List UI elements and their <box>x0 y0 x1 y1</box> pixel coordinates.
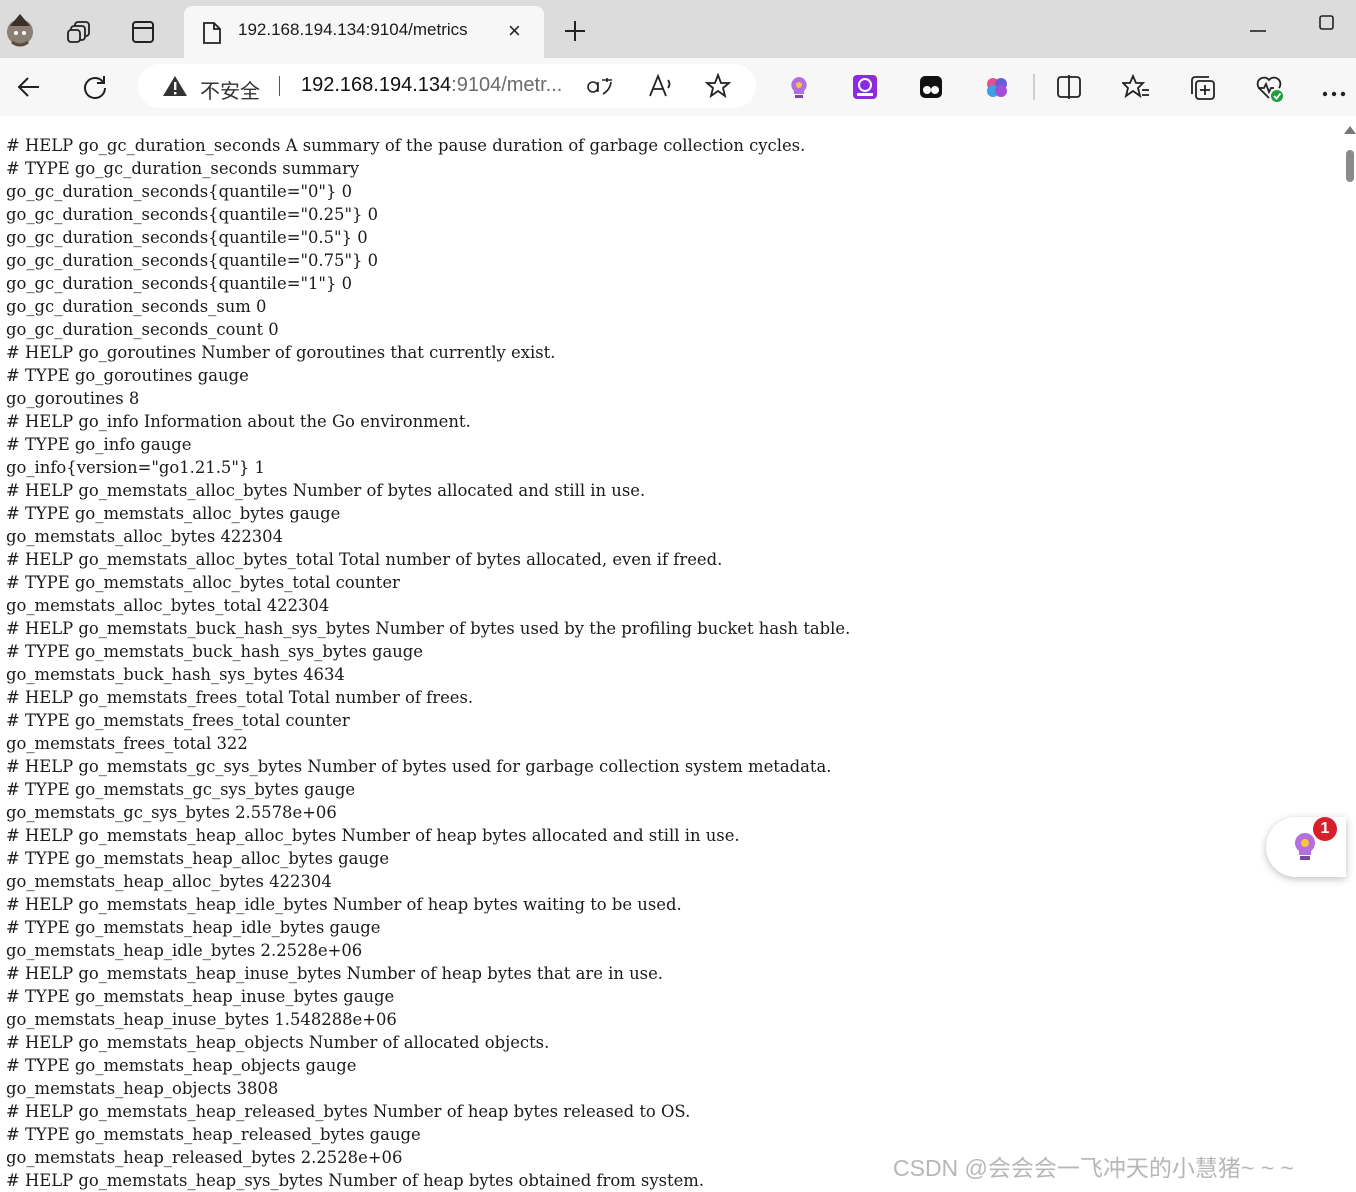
tab-title: 192.168.194.134:9104/metrics <box>238 20 468 39</box>
extension-brain-icon[interactable] <box>984 74 1010 100</box>
metrics-line: go_memstats_buck_hash_sys_bytes 4634 <box>6 665 345 684</box>
metrics-line: # TYPE go_gc_duration_seconds summary <box>6 159 360 178</box>
metrics-line: # HELP go_memstats_heap_idle_bytes Numbe… <box>6 895 682 914</box>
scrollbar-thumb[interactable] <box>1346 150 1354 182</box>
metrics-line: # TYPE go_memstats_alloc_bytes gauge <box>6 504 341 523</box>
extension-bulb-icon[interactable] <box>786 74 812 100</box>
metrics-line: go_memstats_gc_sys_bytes 2.5578e+06 <box>6 803 337 822</box>
profile-avatar-icon[interactable] <box>2 12 38 48</box>
address-bar[interactable]: 不安全 192.168.194.134:9104/metr... <box>138 64 756 108</box>
url-host: 192.168.194.134 <box>301 74 452 96</box>
metrics-line: # TYPE go_goroutines gauge <box>6 366 249 385</box>
metrics-line: # HELP go_memstats_heap_objects Number o… <box>6 1033 550 1052</box>
url-text[interactable]: 192.168.194.134:9104/metr... <box>301 74 562 97</box>
metrics-line: # HELP go_memstats_heap_inuse_bytes Numb… <box>6 964 663 983</box>
page-content: # HELP go_gc_duration_seconds A summary … <box>0 116 1356 1190</box>
refresh-icon[interactable] <box>81 73 109 101</box>
metrics-line: go_gc_duration_seconds{quantile="1"} 0 <box>6 274 353 293</box>
metrics-line: go_gc_duration_seconds_count 0 <box>6 320 279 339</box>
favorite-star-icon[interactable] <box>704 72 732 99</box>
metrics-line: # TYPE go_memstats_heap_idle_bytes gauge <box>6 918 381 937</box>
metrics-line: go_gc_duration_seconds{quantile="0"} 0 <box>6 182 353 201</box>
more-icon[interactable] <box>1322 84 1346 97</box>
metrics-line: # TYPE go_memstats_gc_sys_bytes gauge <box>6 780 356 799</box>
metrics-line: go_memstats_frees_total 322 <box>6 734 248 753</box>
metrics-line: go_memstats_alloc_bytes_total 422304 <box>6 596 330 615</box>
metrics-line: # HELP go_memstats_frees_total Total num… <box>6 688 474 707</box>
extension-chatgpt-icon[interactable] <box>852 74 878 100</box>
metrics-line: # HELP go_gc_duration_seconds A summary … <box>6 136 806 155</box>
metrics-line: go_memstats_heap_released_bytes 2.2528e+… <box>6 1148 403 1167</box>
metrics-line: # TYPE go_info gauge <box>6 435 192 454</box>
watermark: CSDN @会会会一飞冲天的小慧猪~ ~ ~ <box>893 1155 1294 1181</box>
tab-close-button[interactable]: × <box>508 18 521 44</box>
vertical-tabs-icon[interactable] <box>130 19 156 45</box>
performance-icon[interactable] <box>1255 74 1285 104</box>
metrics-line: # TYPE go_memstats_alloc_bytes_total cou… <box>6 573 400 592</box>
metrics-line: # HELP go_memstats_heap_sys_bytes Number… <box>6 1171 705 1190</box>
metrics-text: # HELP go_gc_duration_seconds A summary … <box>6 134 850 1192</box>
minimize-icon[interactable] <box>1248 20 1268 32</box>
metrics-line: go_memstats_heap_objects 3808 <box>6 1079 279 1098</box>
metrics-line: go_goroutines 8 <box>6 389 140 408</box>
notification-badge: 1 <box>1313 817 1337 841</box>
metrics-line: # TYPE go_memstats_heap_inuse_bytes gaug… <box>6 987 395 1006</box>
metrics-line: # TYPE go_memstats_buck_hash_sys_bytes g… <box>6 642 424 661</box>
metrics-line: # HELP go_memstats_buck_hash_sys_bytes N… <box>6 619 851 638</box>
metrics-line: go_memstats_alloc_bytes 422304 <box>6 527 284 546</box>
metrics-line: go_gc_duration_seconds{quantile="0.5"} 0 <box>6 228 368 247</box>
metrics-line: go_gc_duration_seconds_sum 0 <box>6 297 267 316</box>
workspaces-icon[interactable] <box>66 18 94 46</box>
tab-strip: 192.168.194.134:9104/metrics × <box>0 0 1356 58</box>
metrics-line: # HELP go_memstats_heap_released_bytes N… <box>6 1102 691 1121</box>
warning-icon[interactable] <box>162 74 188 98</box>
browser-toolbar: 不安全 192.168.194.134:9104/metr... <box>0 58 1356 116</box>
collections-icon[interactable] <box>1189 74 1217 102</box>
page-icon <box>202 21 222 45</box>
metrics-line: # TYPE go_memstats_frees_total counter <box>6 711 350 730</box>
maximize-icon[interactable] <box>1318 14 1336 32</box>
metrics-line: # HELP go_memstats_heap_alloc_bytes Numb… <box>6 826 740 845</box>
vertical-scrollbar[interactable] <box>1341 116 1356 1190</box>
metrics-line: go_memstats_heap_inuse_bytes 1.548288e+0… <box>6 1010 397 1029</box>
metrics-line: # HELP go_memstats_alloc_bytes_total Tot… <box>6 550 723 569</box>
metrics-line: # TYPE go_memstats_heap_alloc_bytes gaug… <box>6 849 390 868</box>
url-rest: :9104/metr... <box>451 74 563 96</box>
address-separator <box>279 76 280 96</box>
translate-icon[interactable] <box>586 74 614 98</box>
scroll-up-arrow-icon[interactable] <box>1344 126 1356 134</box>
new-tab-icon[interactable] <box>562 18 588 44</box>
metrics-line: go_info{version="go1.21.5"} 1 <box>6 458 265 477</box>
metrics-line: # HELP go_goroutines Number of goroutine… <box>6 343 556 362</box>
metrics-line: go_gc_duration_seconds{quantile="0.25"} … <box>6 205 379 224</box>
metrics-line: # HELP go_memstats_alloc_bytes Number of… <box>6 481 646 500</box>
tab-metrics[interactable]: 192.168.194.134:9104/metrics × <box>184 6 544 58</box>
read-aloud-icon[interactable] <box>648 73 674 98</box>
metrics-line: # TYPE go_memstats_heap_objects gauge <box>6 1056 357 1075</box>
metrics-line: go_memstats_heap_alloc_bytes 422304 <box>6 872 332 891</box>
metrics-line: # TYPE go_memstats_heap_released_bytes g… <box>6 1125 421 1144</box>
toolbar-separator <box>1033 74 1035 100</box>
metrics-line: go_memstats_heap_idle_bytes 2.2528e+06 <box>6 941 363 960</box>
back-icon[interactable] <box>15 73 43 101</box>
metrics-line: # HELP go_info Information about the Go … <box>6 412 471 431</box>
metrics-line: # HELP go_memstats_gc_sys_bytes Number o… <box>6 757 832 776</box>
metrics-line: go_gc_duration_seconds{quantile="0.75"} … <box>6 251 379 270</box>
security-label[interactable]: 不安全 <box>200 75 260 104</box>
extension-game-icon[interactable] <box>918 74 944 100</box>
favorites-icon[interactable] <box>1120 73 1150 100</box>
split-screen-icon[interactable] <box>1056 74 1082 100</box>
